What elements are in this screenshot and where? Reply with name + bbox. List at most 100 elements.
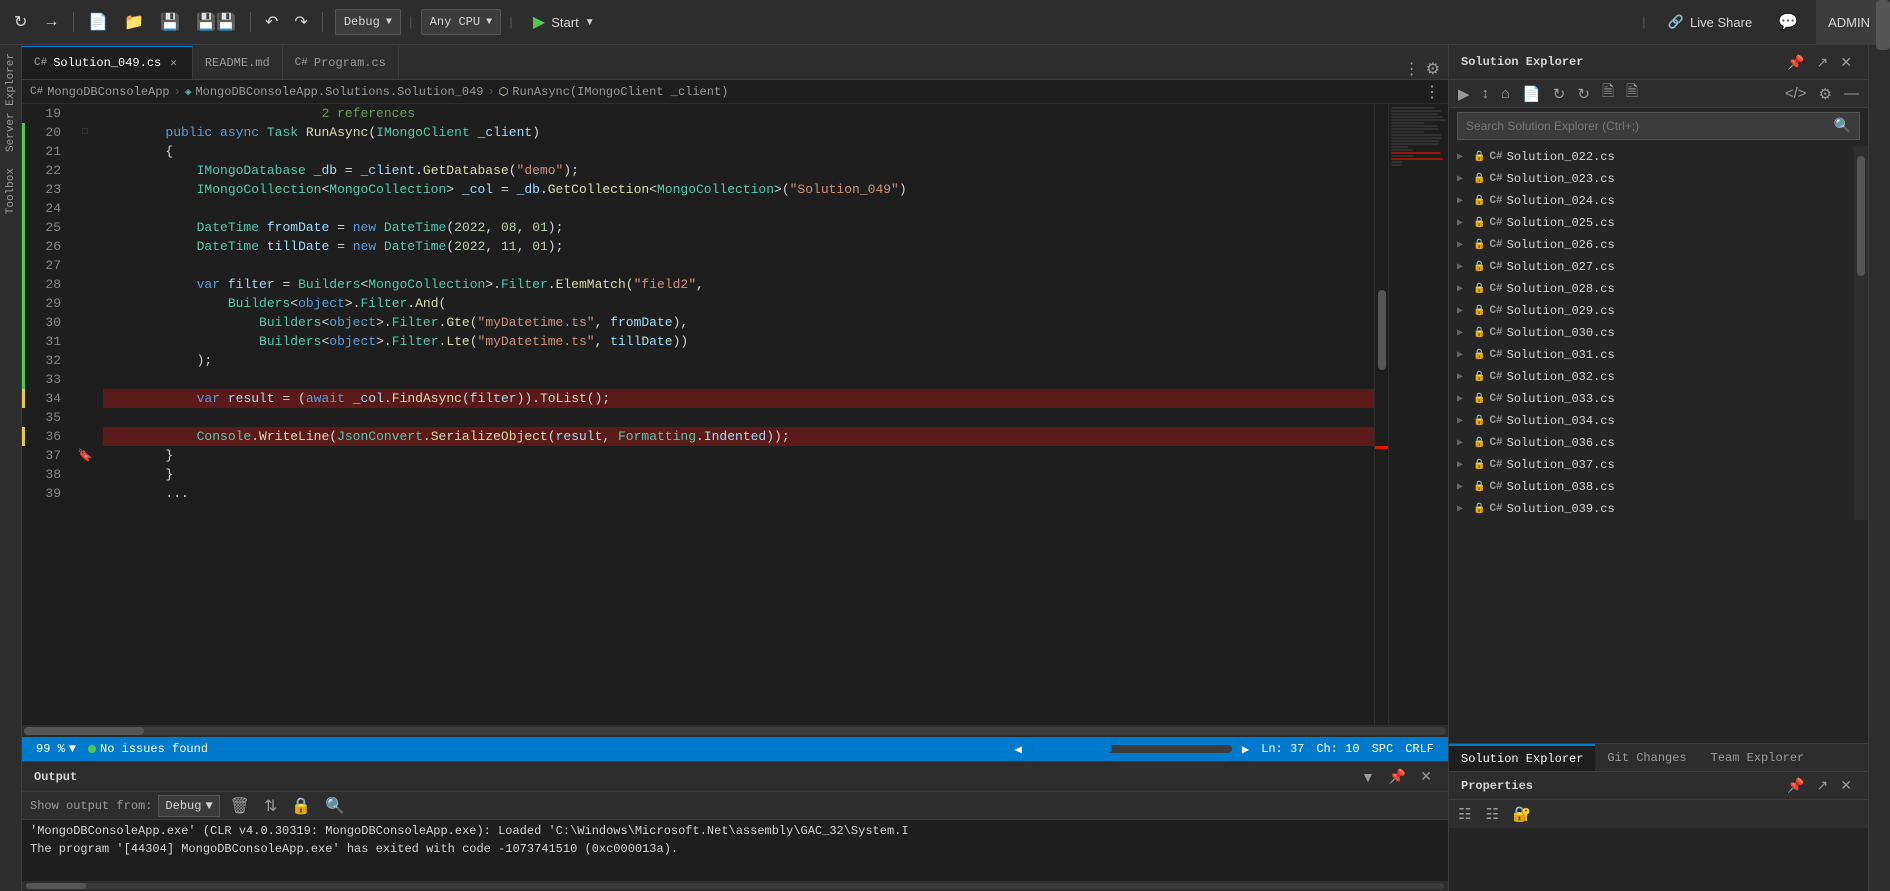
se-item-031[interactable]: ▶ 🔒 C# Solution_031.cs <box>1449 344 1854 366</box>
scrollbar-thumb[interactable] <box>1378 290 1386 370</box>
se-item-024[interactable]: ▶ 🔒 C# Solution_024.cs <box>1449 190 1854 212</box>
back-button[interactable]: ↻ <box>8 8 33 36</box>
editor-main-row: 19 20 21 22 23 24 25 26 27 28 29 30 31 3… <box>22 104 1448 725</box>
se-scrollbar-thumb[interactable] <box>1857 156 1865 276</box>
output-dropdown-btn[interactable]: ▼ <box>1357 767 1379 787</box>
se-vertical-scrollbar[interactable] <box>1854 146 1868 520</box>
se-item-027[interactable]: ▶ 🔒 C# Solution_027.cs <box>1449 256 1854 278</box>
se-refresh-btn[interactable]: ↻ <box>1548 83 1571 105</box>
collapse-20[interactable]: □ <box>82 127 88 138</box>
props-grid-btn[interactable]: ☷ <box>1453 803 1476 825</box>
status-arrow-right[interactable]: ▶ <box>1236 737 1255 761</box>
se-source-ctrl-btn[interactable]: 🗎 <box>1621 79 1643 108</box>
status-ln[interactable]: Ln: 37 <box>1255 742 1310 756</box>
new-file-button[interactable]: 📄 <box>82 8 114 36</box>
status-zoom[interactable]: 99 % ▼ <box>30 737 82 761</box>
se-item-038[interactable]: ▶ 🔒 C# Solution_038.cs <box>1449 476 1854 498</box>
code-line-38: } <box>103 465 1374 484</box>
props-float-btn[interactable]: ↗ <box>1813 775 1833 796</box>
tab-readme[interactable]: README.md <box>193 46 283 79</box>
admin-button[interactable]: ADMIN <box>1816 0 1882 45</box>
se-float-button[interactable]: ↗ <box>1813 52 1833 73</box>
se-item-034[interactable]: ▶ 🔒 C# Solution_034.cs <box>1449 410 1854 432</box>
editor-h-thumb[interactable] <box>24 727 144 735</box>
code-line-37: } <box>103 446 1374 465</box>
se-item-029[interactable]: ▶ 🔒 C# Solution_029.cs <box>1449 300 1854 322</box>
status-arrow-left[interactable]: ◀ <box>1009 737 1028 761</box>
output-h-scrollbar[interactable] <box>22 881 1448 891</box>
debug-config-dropdown[interactable]: Debug ▼ <box>335 9 401 35</box>
props-pin-btn[interactable]: 📌 <box>1783 775 1808 796</box>
feedback-button[interactable]: 💬 <box>1772 8 1804 36</box>
save-all-button[interactable]: 💾💾 <box>190 8 242 36</box>
se-item-026[interactable]: ▶ 🔒 C# Solution_026.cs <box>1449 234 1854 256</box>
start-button[interactable]: ▶ Start ▼ <box>521 9 607 35</box>
se-pin-button[interactable]: 📌 <box>1783 52 1808 73</box>
tabs-settings-button[interactable]: ⚙ <box>1426 59 1440 79</box>
se-git-btn[interactable]: 🗎 <box>1597 79 1619 108</box>
output-clear-btn[interactable]: 🗑 <box>226 795 254 817</box>
tab-solution-049[interactable]: C# Solution_049.cs ✕ <box>22 46 193 79</box>
se-item-025[interactable]: ▶ 🔒 C# Solution_025.cs <box>1449 212 1854 234</box>
se-dash-btn[interactable]: — <box>1839 83 1864 105</box>
output-pin-btn[interactable]: 📌 <box>1385 766 1410 787</box>
code-editor[interactable]: 19 20 21 22 23 24 25 26 27 28 29 30 31 3… <box>22 104 1388 725</box>
se-tab-solution-explorer[interactable]: Solution Explorer <box>1449 744 1595 771</box>
breadcrumb-expand-button[interactable]: ⋮ <box>1424 82 1440 102</box>
se-item-023[interactable]: ▶ 🔒 C# Solution_023.cs <box>1449 168 1854 190</box>
server-explorer-label[interactable]: Server Explorer <box>5 45 17 160</box>
output-find-btn[interactable]: 🔍 <box>321 795 349 817</box>
cpu-config-dropdown[interactable]: Any CPU ▼ <box>421 9 501 35</box>
props-key-btn[interactable]: 🔐 <box>1508 803 1537 825</box>
se-gear-btn[interactable]: ⚙ <box>1814 83 1837 105</box>
editor-horizontal-scrollbar[interactable] <box>22 725 1448 737</box>
se-close-button[interactable]: ✕ <box>1836 52 1856 73</box>
status-spc[interactable]: SPC <box>1366 742 1400 756</box>
output-source-dropdown[interactable]: Debug ▼ <box>158 795 219 817</box>
live-share-button[interactable]: 🔗 Live Share <box>1660 10 1760 34</box>
forward-button[interactable]: → <box>37 9 65 35</box>
tabs-overflow-button[interactable]: ⋮ <box>1404 59 1420 79</box>
se-item-022[interactable]: ▶ 🔒 C# Solution_022.cs <box>1449 146 1854 168</box>
se-collapse-all-btn[interactable]: ↕ <box>1477 83 1495 104</box>
se-code-btn[interactable]: </> <box>1780 83 1812 105</box>
output-scroll-thumb[interactable] <box>26 883 86 889</box>
se-item-030[interactable]: ▶ 🔒 C# Solution_030.cs <box>1449 322 1854 344</box>
undo-button[interactable]: ↶ <box>259 8 284 36</box>
redo-button[interactable]: ↷ <box>288 8 313 36</box>
se-show-all-btn[interactable]: ▶ <box>1453 83 1475 105</box>
close-tab-1[interactable]: ✕ <box>167 55 180 71</box>
code-line-31: Builders<object>.Filter.Lte("myDatetime.… <box>103 332 1374 351</box>
open-button[interactable]: 📁 <box>118 8 150 36</box>
right-sidebar-label <box>1868 45 1890 891</box>
se-item-032[interactable]: ▶ 🔒 C# Solution_032.cs <box>1449 366 1854 388</box>
editor-vertical-scrollbar[interactable] <box>1374 104 1388 725</box>
props-scrollbar[interactable] <box>1876 45 1890 50</box>
se-item-028[interactable]: ▶ 🔒 C# Solution_028.cs <box>1449 278 1854 300</box>
se-refresh-btn2[interactable]: ↻ <box>1572 83 1595 105</box>
output-content[interactable]: 'MongoDBConsoleApp.exe' (CLR v4.0.30319:… <box>22 820 1448 881</box>
se-item-036[interactable]: ▶ 🔒 C# Solution_036.cs <box>1449 432 1854 454</box>
se-search-box[interactable]: 🔍 <box>1457 112 1860 140</box>
code-line-22: IMongoDatabase _db = _client.GetDatabase… <box>103 161 1374 180</box>
se-search-input[interactable] <box>1466 119 1830 133</box>
save-button[interactable]: 💾 <box>154 8 186 36</box>
status-no-issues[interactable]: No issues found <box>82 737 214 761</box>
output-close-btn[interactable]: ✕ <box>1416 766 1436 787</box>
status-crlf[interactable]: CRLF <box>1399 742 1440 756</box>
se-home-btn[interactable]: ⌂ <box>1496 83 1515 104</box>
se-tab-team-explorer[interactable]: Team Explorer <box>1699 744 1817 771</box>
output-lock-btn[interactable]: 🔒 <box>287 795 315 817</box>
code-content[interactable]: 2 references public async Task RunAsync(… <box>95 104 1374 725</box>
se-tab-git-changes[interactable]: Git Changes <box>1595 744 1698 771</box>
status-ch[interactable]: Ch: 10 <box>1310 742 1365 756</box>
se-properties-btn[interactable]: 📄 <box>1517 83 1546 105</box>
se-item-033[interactable]: ▶ 🔒 C# Solution_033.cs <box>1449 388 1854 410</box>
toolbox-label[interactable]: Toolbox <box>5 160 17 222</box>
output-word-wrap-btn[interactable]: ⇅ <box>260 795 281 817</box>
se-item-037[interactable]: ▶ 🔒 C# Solution_037.cs <box>1449 454 1854 476</box>
props-close-btn[interactable]: ✕ <box>1836 775 1856 796</box>
props-list-btn[interactable]: ☷ <box>1480 803 1503 825</box>
se-item-039[interactable]: ▶ 🔒 C# Solution_039.cs <box>1449 498 1854 520</box>
tab-program[interactable]: C# Program.cs <box>283 46 399 79</box>
